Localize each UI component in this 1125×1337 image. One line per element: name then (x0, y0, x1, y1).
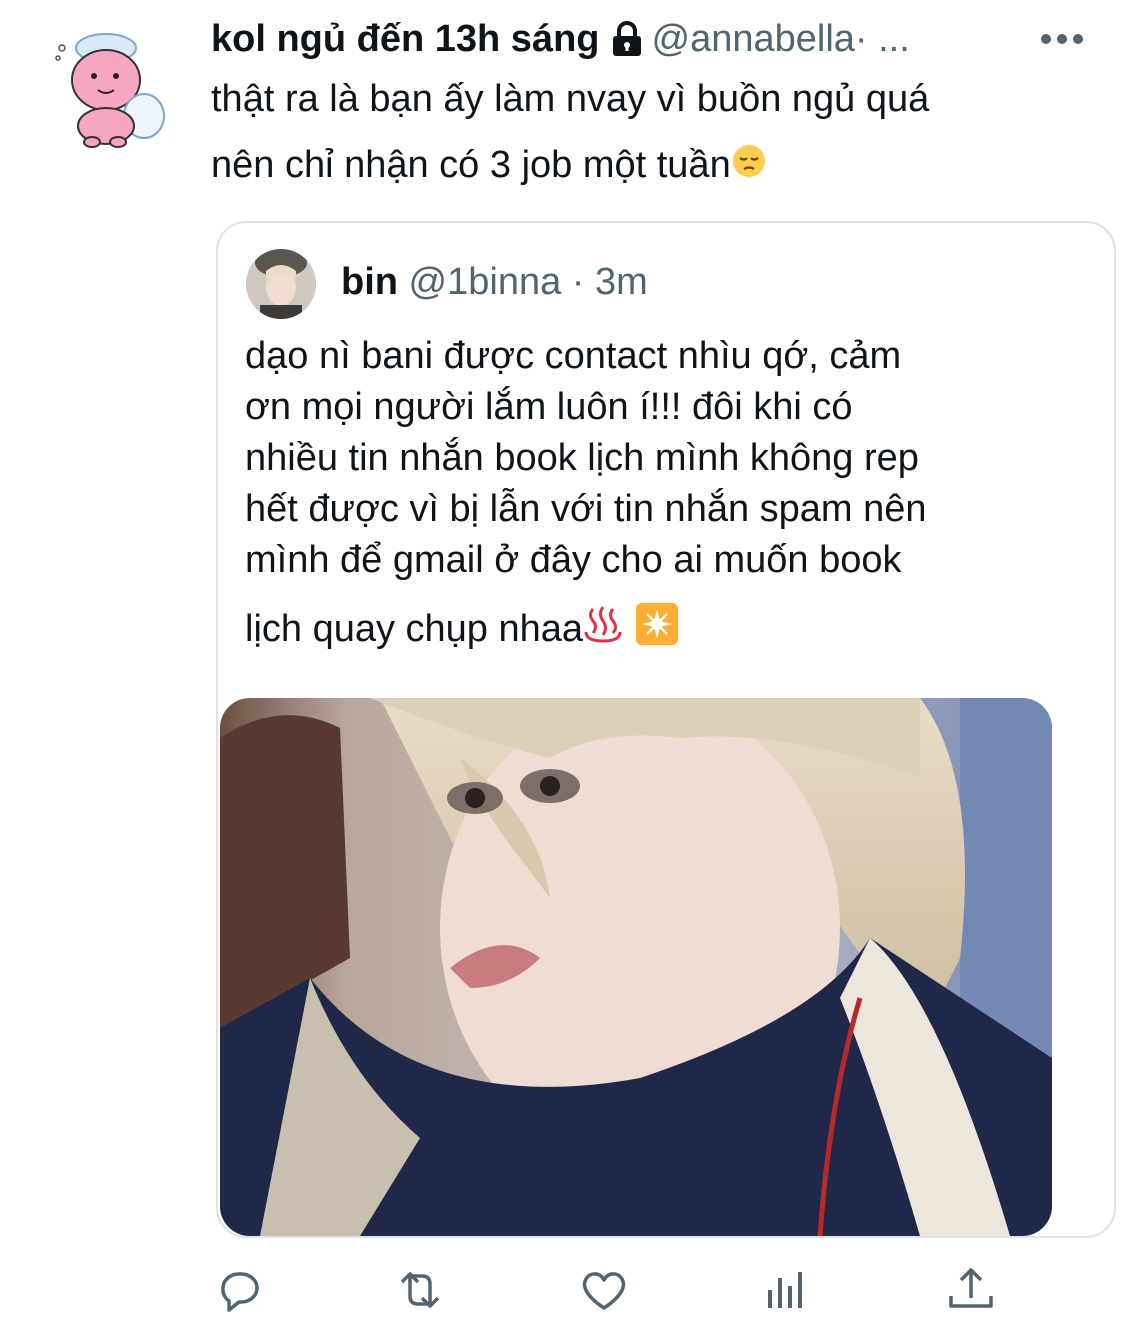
tweet-text-line: thật ra là bạn ấy làm nvay vì buồn ngủ q… (211, 78, 930, 120)
reply-icon[interactable] (211, 1262, 267, 1318)
tweet-text-line-content: nên chỉ nhận có 3 job một tuần (211, 144, 731, 186)
lock-icon (610, 20, 644, 58)
quoted-text-line: nhiều tin nhắn book lịch mình không rep (245, 437, 919, 479)
quoted-text-line: ơn mọi người lắm luôn í!!! đôi khi có (245, 386, 853, 428)
pensive-face-emoji-icon (731, 134, 767, 200)
sparkle-emoji-icon (635, 602, 679, 660)
quoted-tweet-text: dạo nì bani được contact nhìu qớ, cảm ơn… (245, 331, 1085, 660)
retweet-icon[interactable] (392, 1262, 448, 1318)
tweet-text: thật ra là bạn ấy làm nvay vì buồn ngủ q… (211, 66, 1091, 200)
heart-icon[interactable] (576, 1262, 632, 1318)
analytics-icon[interactable] (760, 1262, 816, 1318)
quoted-text-line-content: lịch quay chụp nhaa (245, 608, 584, 651)
tweet-header: kol ngủ đến 13h sáng @annabella · ... (211, 14, 910, 64)
quoted-text-line: mình để gmail ở đây cho ai muốn book (245, 539, 902, 581)
quoted-tweet-time[interactable]: · 3m (561, 261, 648, 303)
author-display-name[interactable]: kol ngủ đến 13h sáng (211, 18, 600, 61)
hot-springs-emoji-icon (583, 605, 623, 657)
tweet-actions-bar (0, 1262, 1125, 1322)
quoted-author-handle[interactable]: @1binna (409, 261, 562, 303)
tweet-text-line: nên chỉ nhận có 3 job một tuần (211, 132, 1091, 200)
author-avatar[interactable] (48, 28, 168, 150)
quoted-text-line: dạo nì bani được contact nhìu qớ, cảm (245, 335, 902, 377)
quoted-tweet-header: bin @1binna · 3m (341, 261, 648, 304)
quoted-author-avatar[interactable] (246, 249, 316, 319)
tweet-meta: · ... (854, 17, 910, 60)
quoted-text-line: hết được vì bị lẫn với tin nhắn spam nên (245, 488, 927, 530)
more-icon[interactable] (1040, 32, 1084, 44)
quoted-tweet-card[interactable]: bin @1binna · 3m dạo nì bani được contac… (216, 221, 1116, 1238)
share-icon[interactable] (943, 1262, 999, 1318)
quoted-text-line: lịch quay chụp nhaa (245, 602, 1085, 660)
author-handle[interactable]: @annabella (652, 18, 855, 61)
quoted-author-display-name[interactable]: bin (341, 261, 398, 303)
quoted-tweet-photo[interactable] (220, 698, 1052, 1236)
